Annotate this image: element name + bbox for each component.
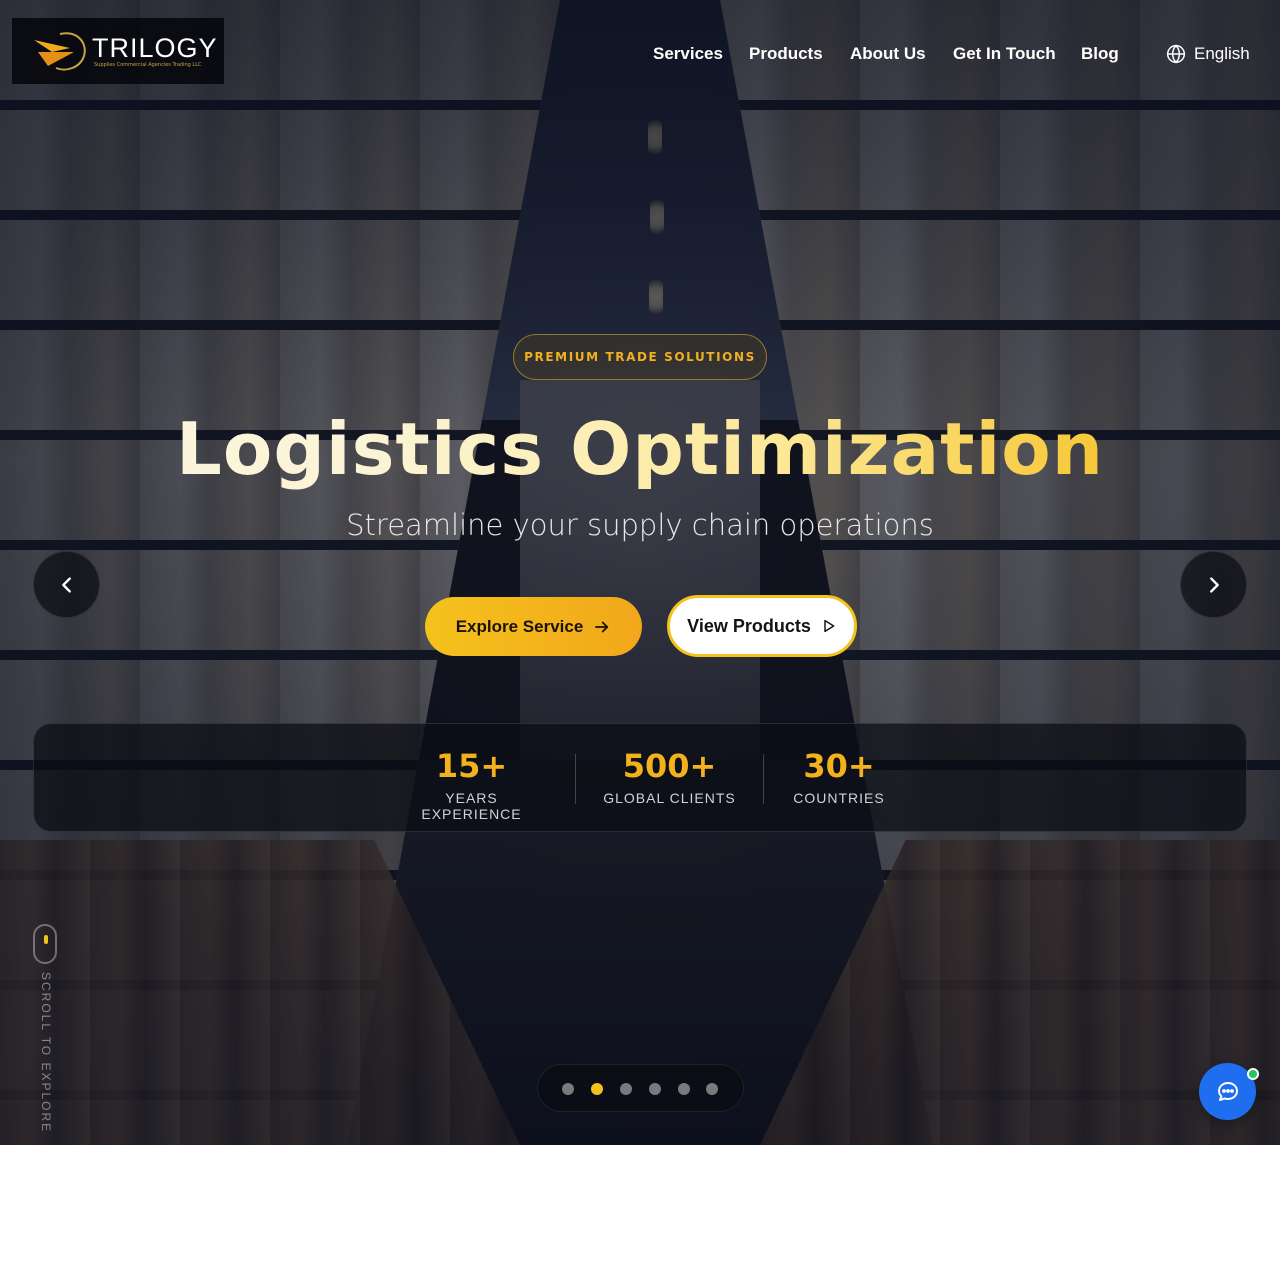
stat-label: COUNTRIES (793, 790, 885, 806)
chat-icon (1217, 1081, 1238, 1101)
hero-tag: PREMIUM TRADE SOLUTIONS (513, 334, 767, 380)
stat-label: GLOBAL CLIENTS (603, 790, 736, 806)
play-icon (824, 619, 835, 633)
chevron-right-icon (1209, 576, 1219, 593)
nav-about-us[interactable]: About Us (850, 44, 926, 64)
stat-divider (575, 754, 576, 804)
language-selector[interactable]: English (1166, 44, 1250, 64)
carousel-dot-3[interactable] (620, 1083, 632, 1095)
logo-subtitle: Supplies Commercial Agencies Trading LLC (94, 61, 202, 68)
carousel-dots (537, 1064, 744, 1112)
arrow-right-icon (595, 621, 609, 632)
nav-get-in-touch[interactable]: Get In Touch (953, 44, 1056, 64)
hero-title: Logistics Optimization (0, 404, 1280, 494)
logo[interactable]: TRILOGY Supplies Commercial Agencies Tra… (12, 18, 224, 84)
nav-services[interactable]: Services (653, 44, 723, 64)
logo-mark-icon (30, 26, 90, 76)
explore-service-label: Explore Service (455, 616, 584, 636)
hero-section: TRILOGY Supplies Commercial Agencies Tra… (0, 0, 1280, 1145)
carousel-dot-5[interactable] (678, 1083, 690, 1095)
mouse-icon (33, 924, 57, 964)
carousel-dot-4[interactable] (649, 1083, 661, 1095)
nav-blog[interactable]: Blog (1081, 44, 1119, 64)
scroll-indicator[interactable]: SCROLL TO EXPLORE (33, 924, 57, 1133)
scroll-hint-text: SCROLL TO EXPLORE (39, 972, 53, 1134)
carousel-dot-2[interactable] (591, 1083, 603, 1095)
view-products-button[interactable]: View Products (667, 595, 857, 657)
carousel-dot-1[interactable] (562, 1083, 574, 1095)
logo-name: TRILOGY (92, 32, 218, 63)
explore-service-button[interactable]: Explore Service (425, 597, 642, 656)
stat-divider (763, 754, 764, 804)
carousel-dot-6[interactable] (706, 1083, 718, 1095)
stat-value: 500+ (622, 747, 717, 785)
stat-countries: 30+ COUNTRIES (769, 744, 909, 806)
stat-value: 15+ (435, 747, 508, 785)
stats-panel: 15+ YEARS EXPERIENCE 500+ GLOBAL CLIENTS… (33, 723, 1247, 832)
nav-products[interactable]: Products (749, 44, 823, 64)
globe-icon (1166, 44, 1186, 64)
chevron-left-icon (61, 576, 71, 593)
view-products-label: View Products (687, 615, 811, 636)
hero-subtitle: Streamline your supply chain operations (346, 508, 934, 542)
stat-value: 30+ (803, 747, 875, 785)
stat-label: YEARS EXPERIENCE (421, 790, 522, 822)
online-status-badge (1247, 1068, 1259, 1080)
prev-slide-button[interactable] (33, 551, 100, 618)
next-slide-button[interactable] (1180, 551, 1247, 618)
stat-clients: 500+ GLOBAL CLIENTS (592, 744, 747, 806)
language-label: English (1194, 44, 1250, 63)
stat-years: 15+ YEARS EXPERIENCE (394, 744, 549, 822)
